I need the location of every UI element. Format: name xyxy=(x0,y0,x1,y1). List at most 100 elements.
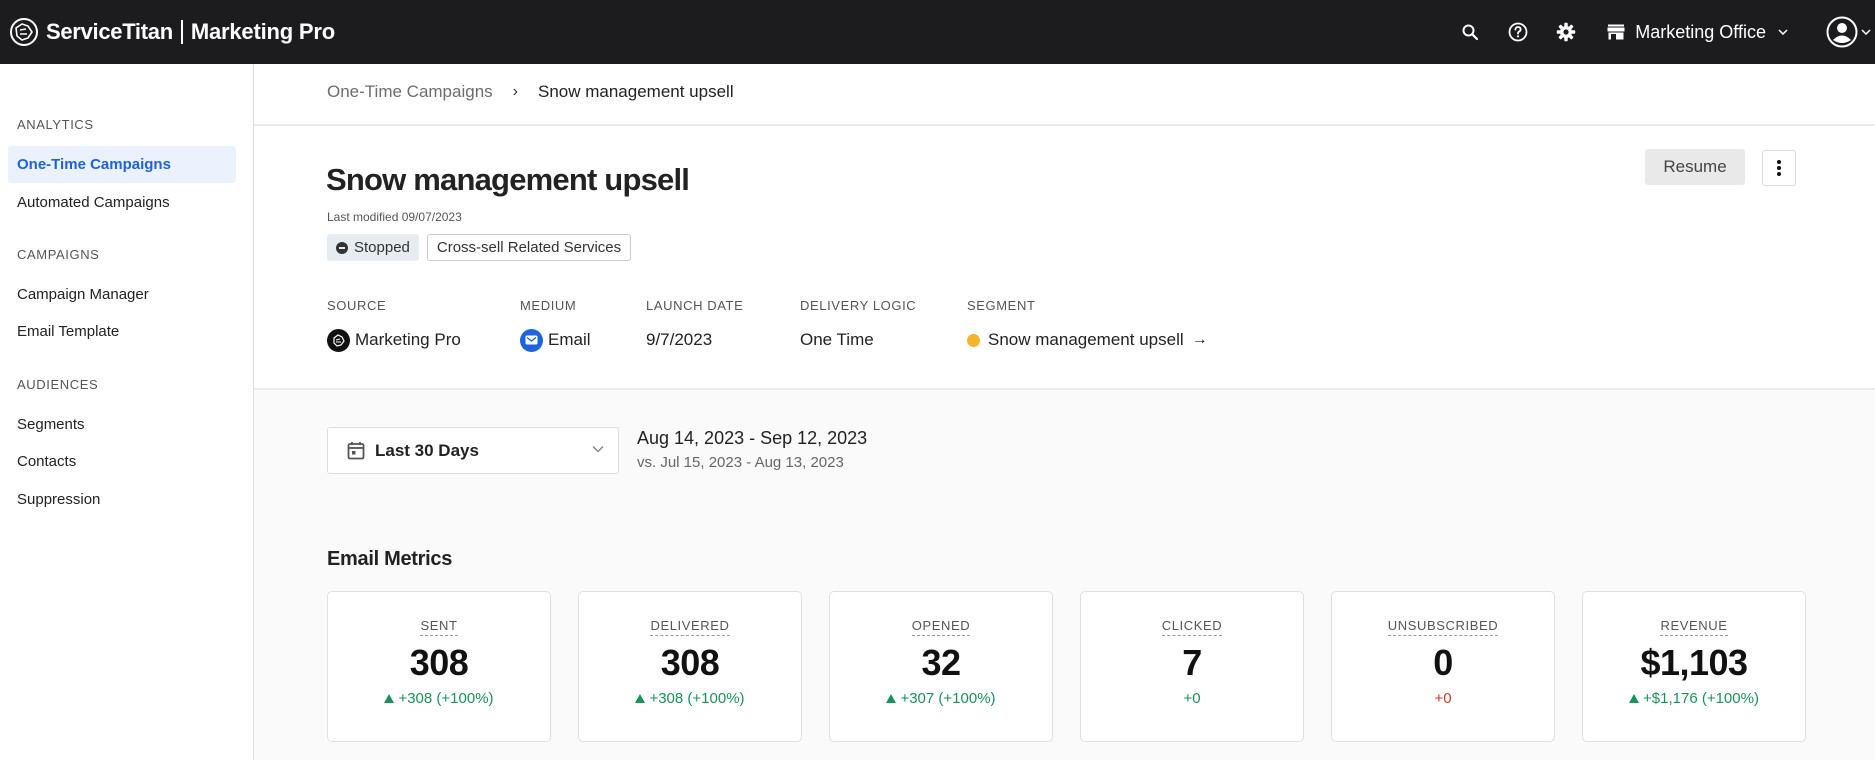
chevron-down-icon xyxy=(1778,29,1788,35)
top-navigation-bar: ServiceTitan Marketing Pro Marketing Off… xyxy=(0,0,1875,64)
brand-logo-link[interactable]: ServiceTitan Marketing Pro xyxy=(8,16,335,48)
sidebar-item-email-template[interactable]: Email Template xyxy=(8,313,236,350)
trend-up-icon xyxy=(1629,694,1640,703)
gear-icon[interactable] xyxy=(1555,21,1577,43)
more-vertical-icon xyxy=(1777,160,1781,176)
store-icon xyxy=(1607,24,1625,40)
metric-value: 308 xyxy=(660,642,720,683)
status-badge: Stopped xyxy=(327,234,419,261)
sidebar-item-automated-campaigns[interactable]: Automated Campaigns xyxy=(8,184,236,221)
metric-delta: +$1,176 (+100%) xyxy=(1583,690,1805,707)
date-range-selected: Last 30 Days xyxy=(375,440,479,460)
sidebar-section-campaigns: CAMPAIGNS xyxy=(0,247,99,262)
metric-label[interactable]: DELIVERED xyxy=(650,618,730,636)
sidebar-section-audiences: AUDIENCES xyxy=(0,377,98,392)
more-options-button[interactable] xyxy=(1762,150,1796,186)
segment-label: SEGMENT xyxy=(967,298,1036,313)
breadcrumb-bar: One-Time Campaigns › Snow management ups… xyxy=(254,64,1875,126)
sidebar-section-analytics: ANALYTICS xyxy=(0,117,94,132)
metric-label[interactable]: UNSUBSCRIBED xyxy=(1387,618,1499,636)
metric-delta: +308 (+100%) xyxy=(579,690,801,707)
sidebar-item-one-time-campaigns[interactable]: One-Time Campaigns xyxy=(8,146,236,183)
office-name: Marketing Office xyxy=(1635,21,1766,42)
metric-value: $1,103 xyxy=(1640,642,1748,683)
top-actions: Marketing Office xyxy=(1459,0,1875,64)
sidebar-item-segments[interactable]: Segments xyxy=(8,406,236,443)
last-modified: Last modified 09/07/2023 xyxy=(327,210,462,224)
email-metrics-heading: Email Metrics xyxy=(327,548,453,570)
help-icon[interactable] xyxy=(1507,21,1529,43)
metric-label[interactable]: SENT xyxy=(420,618,458,636)
metric-delta: +0 xyxy=(1183,690,1201,707)
user-menu[interactable] xyxy=(1826,16,1871,48)
sidebar-item-suppression[interactable]: Suppression xyxy=(8,481,236,518)
trend-up-icon xyxy=(384,694,395,703)
date-range-info: Aug 14, 2023 - Sep 12, 2023 vs. Jul 15, … xyxy=(637,428,867,471)
launch-date-value: 9/7/2023 xyxy=(646,330,713,349)
meta-source: SOURCE Marketing Pro xyxy=(327,298,461,352)
breadcrumb-current: Snow management upsell xyxy=(537,82,734,101)
campaign-header: Snow management upsell Last modified 09/… xyxy=(254,126,1875,390)
metric-value: 308 xyxy=(409,642,469,683)
segment-color-dot xyxy=(967,333,980,347)
product-name: Marketing Pro xyxy=(190,19,335,44)
sidebar-section-title: CAMPAIGNS xyxy=(17,247,100,262)
breadcrumb-parent-link[interactable]: One-Time Campaigns xyxy=(327,82,493,102)
status-text: Stopped xyxy=(354,239,410,256)
meta-launch-date: LAUNCH DATE 9/7/2023 xyxy=(646,298,743,352)
category-tag: Cross-sell Related Services xyxy=(426,234,632,261)
metric-card-opened: OPENED 32 +307 (+100%) xyxy=(829,591,1053,742)
page-title: Snow management upsell xyxy=(326,162,690,197)
metric-card-revenue: REVENUE $1,103 +$1,176 (+100%) xyxy=(1582,591,1806,742)
date-range-current: Aug 14, 2023 - Sep 12, 2023 xyxy=(637,428,868,448)
metric-label[interactable]: CLICKED xyxy=(1161,618,1223,636)
avatar-icon xyxy=(1826,16,1858,48)
delivery-logic-value: One Time xyxy=(800,330,874,349)
metric-delta: +307 (+100%) xyxy=(830,690,1052,707)
delivery-logic-label: DELIVERY LOGIC xyxy=(800,298,917,313)
date-range-compare: vs. Jul 15, 2023 - Aug 13, 2023 xyxy=(637,454,844,471)
calendar-icon xyxy=(347,442,365,460)
metric-card-unsubscribed: UNSUBSCRIBED 0 +0 xyxy=(1331,591,1555,742)
brand-name: ServiceTitan xyxy=(46,19,173,44)
metric-card-sent: SENT 308 +308 (+100%) xyxy=(327,591,551,742)
trend-up-icon xyxy=(886,694,897,703)
medium-value: Email xyxy=(548,330,591,349)
meta-delivery-logic: DELIVERY LOGIC One Time xyxy=(800,298,916,352)
metric-card-delivered: DELIVERED 308 +308 (+100%) xyxy=(578,591,802,742)
sidebar-section-title: AUDIENCES xyxy=(17,377,99,392)
metric-delta: +0 xyxy=(1434,690,1452,707)
office-selector[interactable]: Marketing Office xyxy=(1607,22,1788,43)
meta-medium: MEDIUM Email xyxy=(520,298,591,352)
campaign-tags: Stopped Cross-sell Related Services xyxy=(327,234,632,261)
source-label: SOURCE xyxy=(327,298,387,313)
metric-card-clicked: CLICKED 7 +0 xyxy=(1080,591,1304,742)
metric-label[interactable]: REVENUE xyxy=(1660,618,1728,636)
stopped-icon xyxy=(336,241,348,254)
sidebar-item-campaign-manager[interactable]: Campaign Manager xyxy=(8,276,236,313)
breadcrumb: One-Time Campaigns › Snow management ups… xyxy=(327,82,734,102)
servicetitan-logo-icon xyxy=(10,18,38,46)
metric-value: 32 xyxy=(921,642,961,683)
search-icon[interactable] xyxy=(1459,21,1481,43)
arrow-right-icon: → xyxy=(1191,331,1208,348)
metric-label[interactable]: OPENED xyxy=(911,618,971,636)
sidebar: ANALYTICS One-Time Campaigns Automated C… xyxy=(0,64,254,760)
segment-value: Snow management upsell xyxy=(988,330,1184,349)
medium-label: MEDIUM xyxy=(520,298,577,313)
chevron-down-icon xyxy=(592,445,604,453)
date-range-dropdown[interactable]: Last 30 Days xyxy=(327,427,619,474)
source-value: Marketing Pro xyxy=(355,330,461,349)
sidebar-section-title: ANALYTICS xyxy=(17,117,94,132)
breadcrumb-separator-icon: › xyxy=(512,83,518,100)
sidebar-item-contacts[interactable]: Contacts xyxy=(8,443,236,480)
email-icon xyxy=(520,328,543,352)
segment-link[interactable]: Snow management upsell → xyxy=(967,328,1208,352)
meta-segment: SEGMENT Snow management upsell → xyxy=(967,298,1208,352)
trend-up-icon xyxy=(635,694,646,703)
resume-button[interactable]: Resume xyxy=(1645,149,1745,185)
brand-divider xyxy=(180,20,183,44)
metric-value: 7 xyxy=(1182,642,1202,683)
main-content: One-Time Campaigns › Snow management ups… xyxy=(254,64,1875,760)
metric-delta: +308 (+100%) xyxy=(328,690,550,707)
